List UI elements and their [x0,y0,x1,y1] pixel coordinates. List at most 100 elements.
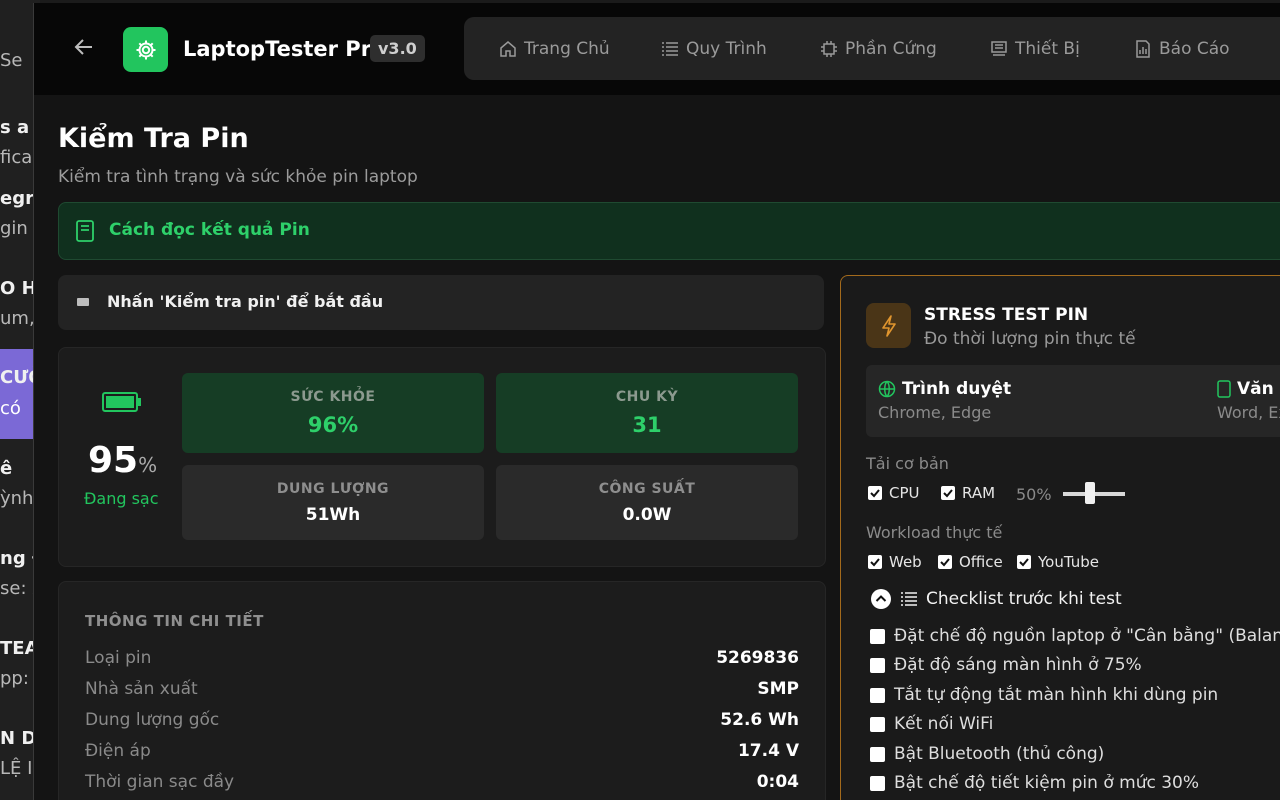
app-logo-gear-icon [123,27,168,72]
checklist-text: Bật chế độ tiết kiệm pin ở mức 30% [894,773,1200,793]
mode-sub: Word, Ex [1217,403,1280,422]
cycles-stat: CHU KỲ 31 [496,373,798,453]
cpu-checkbox[interactable]: CPU [868,484,920,502]
detail-key: Thời gian sạc đầy [85,772,235,792]
ram-checkbox[interactable]: RAM [941,484,995,502]
lightning-icon [866,303,911,348]
app-name: LaptopTester Pro [183,37,386,61]
checkbox-label: YouTube [1038,553,1099,571]
chip-icon [821,41,837,57]
office-checkbox[interactable]: Office [938,553,1003,571]
detail-key: Nhà sản xuất [85,679,198,699]
detail-key: Dung lượng gốc [85,710,220,730]
detail-key: Điện áp [85,741,151,761]
checklist-item[interactable]: Bật Bluetooth (thủ công) [870,744,1104,764]
stress-subtitle: Đo thời lượng pin thực tế [924,329,1136,349]
mode-selector: Trình duyệt Chrome, Edge Văn p Word, Ex [866,365,1280,437]
checklist-toggle[interactable]: Checklist trước khi test [870,588,1122,610]
battery-percent-unit: % [138,453,158,477]
power-value: 0.0W [622,505,672,525]
workload-label: Workload thực tế [866,523,1003,542]
battery-percent-value: 95 [88,440,139,481]
nav-label: Trang Chủ [524,39,610,59]
checklist-title: Checklist trước khi test [926,589,1122,609]
mode-title: Văn p [1237,379,1280,399]
nav-label: Phần Cứng [845,39,937,59]
nav-item-workflow[interactable]: Quy Trình [661,39,767,59]
mode-browser[interactable]: Trình duyệt Chrome, Edge [878,379,1011,422]
book-icon [76,220,94,246]
checkbox-label: RAM [962,484,996,502]
phone-icon [1217,380,1231,398]
version-badge: v3.0 [370,35,425,62]
stress-test-panel: STRESS TEST PIN Đo thời lượng pin thực t… [840,275,1280,800]
checklist-item[interactable]: Đặt độ sáng màn hình ở 75% [870,655,1142,675]
details-heading: THÔNG TIN CHI TIẾT [85,612,264,630]
nav-item-reports[interactable]: Báo Cáo [1134,39,1230,59]
battery-overview-card: 95% Đang sạc SỨC KHỎE 96% CHU KỲ 31 DUNG… [58,347,826,567]
bg-line-title: ê [0,458,13,479]
detail-row: Loại pin 5269836 [85,648,799,668]
checkbox[interactable] [870,775,885,791]
mode-sub: Chrome, Edge [878,403,992,422]
cycles-label: CHU KỲ [615,389,679,405]
start-hint-bar: Nhấn 'Kiểm tra pin' để bắt đầu [58,275,824,330]
checklist-item[interactable]: Đặt chế độ nguồn laptop ở "Cân bằng" (Ba… [870,626,1280,646]
web-checkbox[interactable]: Web [868,553,922,571]
load-slider-thumb[interactable] [1085,482,1095,504]
capacity-label: DUNG LƯỢNG [276,481,390,497]
nav-label: Báo Cáo [1159,39,1230,59]
nav-item-devices[interactable]: Thiết Bị [990,39,1080,59]
nav-item-home[interactable]: Trang Chủ [499,39,610,59]
checkbox-label: Web [889,553,922,571]
result-guide-banner[interactable]: Cách đọc kết quả Pin [58,202,1280,260]
checkbox[interactable] [870,746,885,762]
background-search-label: Se [0,50,23,71]
checkbox[interactable] [870,687,885,703]
checklist-item[interactable]: Bật chế độ tiết kiệm pin ở mức 30% [870,773,1199,793]
checkbox[interactable] [870,657,885,673]
checkbox[interactable] [870,628,885,644]
battery-icon [102,391,142,417]
checklist-text: Bật Bluetooth (thủ công) [894,744,1105,764]
checklist-text: Kết nối WiFi [894,714,994,734]
main-content: Kiểm Tra Pin Kiểm tra tình trạng và sức … [34,95,1280,800]
load-percent: 50% [1016,485,1052,504]
battery-small-icon [77,298,89,306]
checkmark-icon [868,555,882,569]
detail-key: Loại pin [85,648,152,668]
detail-value: 0:04 [756,772,799,792]
detail-value: 17.4 V [737,741,799,761]
nav-label: Thiết Bị [1015,39,1080,59]
detail-value: 5269836 [716,648,799,668]
back-arrow-icon[interactable] [72,35,96,59]
checkbox-label: Office [959,553,1003,571]
bg-line-sub: LỆ I [0,758,33,779]
app-window: LaptopTester Pro v3.0 Trang Chủ Quy Trìn… [33,3,1280,800]
device-icon [991,41,1007,56]
start-hint-text: Nhấn 'Kiểm tra pin' để bắt đầu [107,292,384,311]
main-nav: Trang Chủ Quy Trình Phần Cứng Thiết Bị B… [464,17,1280,80]
nav-item-hardware[interactable]: Phần Cứng [820,39,937,59]
checklist-text: Đặt độ sáng màn hình ở 75% [894,655,1142,675]
chevron-up-icon [871,589,891,609]
stress-title: STRESS TEST PIN [924,305,1089,325]
list-icon [662,42,678,56]
checkbox[interactable] [870,716,885,732]
checklist-text: Đặt chế độ nguồn laptop ở "Cân bằng" (Ba… [894,626,1280,646]
mode-title: Trình duyệt [902,379,1012,399]
checklist-item[interactable]: Kết nối WiFi [870,714,993,734]
youtube-checkbox[interactable]: YouTube [1017,553,1099,571]
checklist-item[interactable]: Tắt tự động tắt màn hình khi dùng pin [870,685,1218,705]
detail-row: Nhà sản xuất SMP [85,679,799,699]
report-icon [1136,40,1150,58]
capacity-value: 51Wh [305,505,361,525]
cycles-value: 31 [632,413,662,437]
detail-row: Thời gian sạc đầy 0:04 [85,772,799,792]
health-value: 96% [307,413,359,437]
page-title: Kiểm Tra Pin [58,123,249,154]
power-label: CÔNG SUẤT [598,481,696,497]
list-icon [901,592,917,606]
mode-office[interactable]: Văn p Word, Ex [1217,379,1280,422]
detail-value: 52.6 Wh [720,710,799,730]
